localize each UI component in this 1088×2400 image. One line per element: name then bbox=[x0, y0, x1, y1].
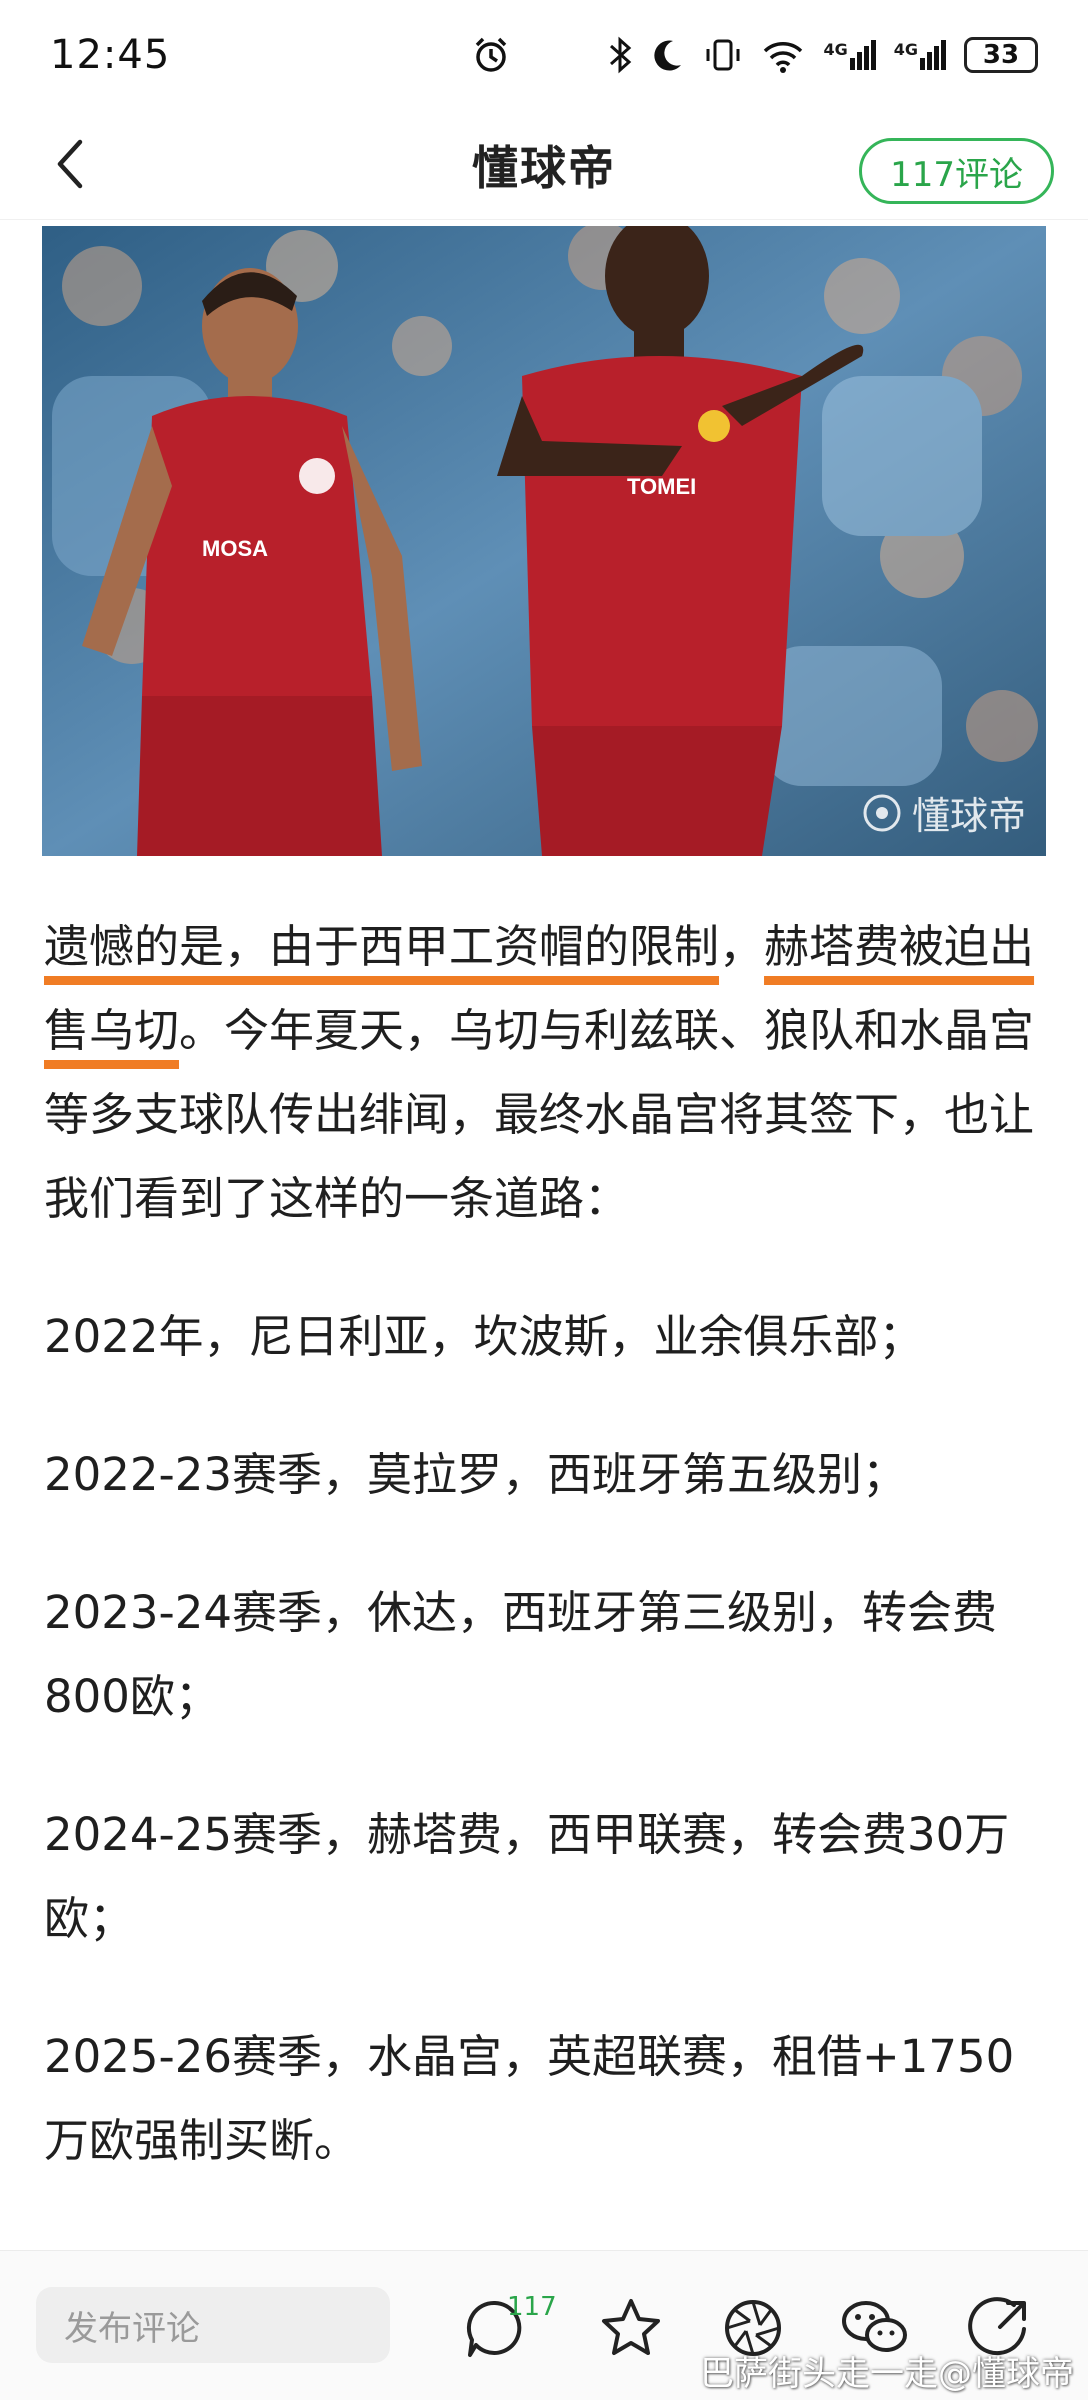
article-paragraph: 2025-26赛季，水晶宫，英超联赛，租借+1750万欧强制买断。 bbox=[44, 2030, 1015, 2167]
article-paragraph: 2023-24赛季，休达，西班牙第三级别，转会费800欧； bbox=[44, 1586, 998, 1723]
svg-text:TOMEI: TOMEI bbox=[627, 474, 696, 499]
status-icons: 4G 4G 33 bbox=[471, 35, 1038, 75]
status-bar: 12:45 4G 4G 33 bbox=[0, 0, 1088, 110]
watermark-text: 懂球帝 bbox=[911, 794, 1026, 838]
svg-text:MOSA: MOSA bbox=[202, 536, 268, 561]
battery-indicator: 33 bbox=[964, 37, 1038, 73]
footer-credit: 巴萨街头走一走@懂球帝 bbox=[700, 2354, 1074, 2394]
paragraph-text: 。今年夏天，乌切与利兹联、狼队和水晶宫等多支球队传出绯闻，最终水晶宫将其签下，也… bbox=[44, 1004, 1035, 1225]
chevron-left-icon bbox=[57, 139, 83, 189]
comments-button[interactable]: 117评论 bbox=[859, 138, 1054, 204]
comment-input[interactable]: 发布评论 bbox=[36, 2287, 390, 2363]
punctuation: ， bbox=[719, 920, 765, 973]
signal-4g-icon: 4G bbox=[894, 40, 946, 70]
bluetooth-icon bbox=[610, 36, 632, 74]
comment-count-badge: 117 bbox=[507, 2292, 557, 2322]
article-hero-image: MOSA TOMEI 懂球帝 bbox=[42, 226, 1046, 856]
article-paragraph: 遗憾的是，由于西甲工资帽的限制，赫塔费被迫出售乌切。今年夏天，乌切与利兹联、狼队… bbox=[44, 905, 1054, 1241]
article-paragraph: 2022-23赛季，莫拉罗，西班牙第五级别； bbox=[44, 1448, 908, 1501]
status-time: 12:45 bbox=[50, 32, 171, 78]
star-icon[interactable] bbox=[598, 2295, 664, 2361]
network-label: 4G bbox=[893, 40, 918, 59]
image-watermark: 懂球帝 bbox=[862, 785, 1026, 840]
wifi-icon bbox=[764, 42, 803, 73]
network-label: 4G bbox=[823, 40, 848, 59]
football-celebration-photo: MOSA TOMEI bbox=[42, 226, 1046, 856]
article-body: 遗憾的是，由于西甲工资帽的限制，赫塔费被迫出售乌切。今年夏天，乌切与利兹联、狼队… bbox=[44, 905, 1054, 2183]
signal-4g-icon: 4G bbox=[823, 40, 876, 70]
vibrate-icon bbox=[706, 39, 740, 71]
alarm-icon bbox=[476, 37, 507, 72]
app-title: 懂球帝 bbox=[472, 140, 616, 195]
article-paragraph: 2022年，尼日利亚，坎波斯，业余俱乐部； bbox=[44, 1310, 924, 1363]
app-header: 懂球帝 117评论 bbox=[0, 110, 1088, 220]
moon-icon bbox=[654, 40, 682, 71]
highlighted-text: 遗憾的是，由于西甲工资帽的限制 bbox=[44, 920, 720, 973]
article-paragraph: 2024-25赛季，赫塔费，西甲联赛，转会费30万欧； bbox=[44, 1808, 1010, 1945]
back-button[interactable] bbox=[40, 134, 100, 194]
dongqiudi-logo-icon bbox=[863, 794, 901, 831]
